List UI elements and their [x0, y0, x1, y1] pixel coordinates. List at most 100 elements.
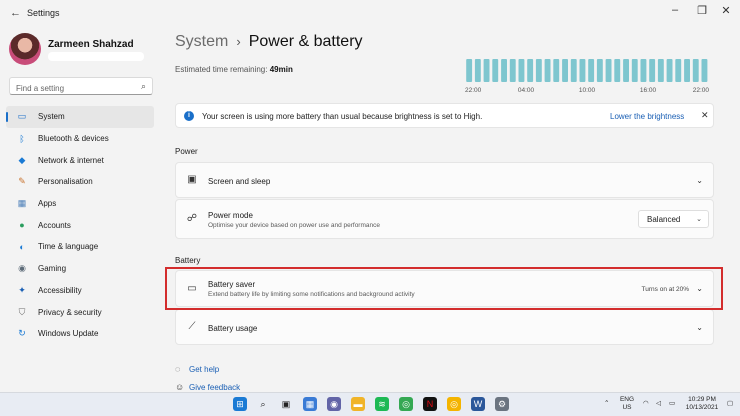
- power-section-heading: Power: [175, 147, 198, 156]
- chrome-icon[interactable]: ◎: [399, 397, 413, 411]
- brightness-notice: i Your screen is using more battery than…: [175, 103, 714, 128]
- word-icon[interactable]: W: [471, 397, 485, 411]
- accessibility-icon: ✦: [18, 284, 26, 295]
- lang-code: ENG: [619, 396, 635, 403]
- estimated-time: Estimated time remaining: 49min: [175, 65, 293, 74]
- settings-gear-icon[interactable]: ⚙: [495, 397, 509, 411]
- file-explorer-icon[interactable]: ▬: [351, 397, 365, 411]
- sidebar-item-network-internet[interactable]: ◆ Network & internet: [6, 149, 154, 171]
- language-indicator[interactable]: ENG US: [619, 396, 635, 412]
- estimate-value: 49min: [269, 65, 293, 74]
- chrome-canary-icon[interactable]: ◎: [447, 397, 461, 411]
- give-feedback-label: Give feedback: [189, 383, 241, 392]
- sidebar-item-time-language[interactable]: ◐ Time & language: [6, 236, 154, 258]
- breadcrumb-separator: ›: [236, 34, 241, 49]
- sidebar-item-accounts[interactable]: ● Accounts: [6, 214, 154, 236]
- globe-clock-icon: ◐: [19, 241, 25, 252]
- sidebar-item-label: Accounts: [38, 220, 71, 230]
- battery-bar: [562, 59, 568, 82]
- sidebar-item-accessibility[interactable]: ✦ Accessibility: [6, 280, 154, 302]
- sidebar-item-personalisation[interactable]: ✎ Personalisation: [6, 171, 154, 193]
- search-input[interactable]: [10, 80, 130, 97]
- window-title: Settings: [27, 8, 60, 18]
- battery-usage-card[interactable]: ⟋ Battery usage ⌄: [175, 309, 714, 345]
- widgets-icon[interactable]: ▦: [303, 397, 317, 411]
- battery-bar: [474, 59, 481, 82]
- region-code: US: [622, 404, 632, 411]
- help-icon: ◌: [175, 364, 181, 374]
- battery-bar: [692, 59, 699, 82]
- power-mode-dropdown[interactable]: Balanced ⌄: [638, 210, 709, 228]
- maximize-icon[interactable]: ❐: [692, 4, 712, 17]
- sidebar-item-label: Privacy & security: [38, 307, 102, 317]
- battery-bar: [657, 59, 664, 82]
- battery-bar: [553, 59, 560, 82]
- x-tick-label: 22:00: [693, 87, 710, 94]
- close-icon[interactable]: ✕: [716, 4, 736, 17]
- sidebar-item-system[interactable]: ▭ System: [6, 106, 154, 128]
- teams-chat-icon[interactable]: ◉: [327, 397, 341, 411]
- battery-level-chart: 22:00 04:00 10:00 16:00 22:00: [462, 56, 712, 94]
- estimate-label: Estimated time remaining:: [175, 65, 268, 74]
- minimize-icon[interactable]: –: [665, 4, 685, 16]
- netflix-icon[interactable]: N: [423, 397, 437, 411]
- give-feedback-link[interactable]: ☺ Give feedback: [175, 382, 240, 392]
- x-tick-label: 22:00: [465, 87, 482, 94]
- sidebar-nav: ▭ System ᛒ Bluetooth & devices ◆ Network & in…: [6, 106, 154, 345]
- sidebar-item-label: Time & language: [38, 242, 99, 252]
- battery-bar: [605, 59, 612, 82]
- avatar[interactable]: [9, 33, 41, 65]
- page-title: Power & battery: [248, 33, 363, 50]
- person-icon: ●: [19, 220, 25, 231]
- monitor-icon: ▭: [17, 111, 27, 122]
- clock-time: 10:29 PM: [688, 396, 716, 403]
- task-view-icon[interactable]: ▣: [279, 397, 293, 411]
- battery-icon[interactable]: ▭: [669, 400, 675, 408]
- start-windows-icon[interactable]: ⊞: [233, 397, 247, 411]
- wifi-icon[interactable]: ◠: [643, 400, 649, 408]
- clock[interactable]: 10:29 PM 10/13/2021: [683, 396, 721, 412]
- sidebar-item-label: Network & internet: [38, 155, 104, 165]
- brush-icon: ✎: [18, 176, 26, 187]
- battery-bar: [614, 59, 621, 82]
- dismiss-notice-icon[interactable]: ✕: [701, 110, 709, 121]
- volume-icon[interactable]: ◁: [656, 400, 661, 408]
- x-tick-label: 16:00: [640, 87, 657, 94]
- title-bar: ← Settings – ❐ ✕: [0, 0, 740, 26]
- search-icon[interactable]: ⌕: [256, 397, 270, 411]
- taskbar: ⊞ ⌕ ▣ ▦ ◉ ▬ ≋ ◎ N ◎ W ⚙ ⌃ ENG US ◠ ◁ ▭ 1…: [0, 392, 740, 416]
- chevron-down-icon[interactable]: ⌄: [696, 323, 703, 332]
- sidebar-item-gaming[interactable]: ◉ Gaming: [6, 258, 154, 280]
- screen-and-sleep-card[interactable]: ▣ Screen and sleep ⌄: [175, 162, 714, 198]
- battery-bar: [631, 59, 638, 82]
- battery-bar: [483, 59, 490, 82]
- update-icon: ↻: [18, 328, 26, 339]
- sidebar-item-windows-update[interactable]: ↻ Windows Update: [6, 323, 154, 345]
- breadcrumb-parent[interactable]: System: [175, 33, 228, 50]
- clock-date: 10/13/2021: [685, 404, 719, 411]
- feedback-icon: ☺: [175, 382, 185, 392]
- battery-bar: [649, 59, 656, 82]
- battery-section-heading: Battery: [175, 256, 201, 265]
- power-mode-subtitle: Optimise your device based on power use …: [208, 222, 380, 229]
- search-box[interactable]: ⌕: [9, 77, 153, 97]
- battery-bar: [535, 59, 542, 82]
- battery-bar: [501, 59, 507, 82]
- tray-overflow-icon[interactable]: ⌃: [604, 400, 609, 408]
- chevron-down-icon[interactable]: ⌄: [696, 176, 703, 185]
- sidebar-item-apps[interactable]: ▦ Apps: [6, 193, 154, 215]
- sidebar-item-bluetooth-devices[interactable]: ᛒ Bluetooth & devices: [6, 128, 154, 150]
- get-help-link[interactable]: ◌ Get help: [175, 364, 219, 374]
- back-arrow-icon[interactable]: ←: [10, 7, 21, 19]
- battery-bar: [544, 59, 551, 82]
- battery-usage-title: Battery usage: [208, 324, 258, 333]
- search-icon[interactable]: ⌕: [141, 81, 146, 92]
- sidebar-item-privacy-security[interactable]: ⛉ Privacy & security: [6, 301, 154, 323]
- power-mode-card: ☍ Power mode Optimise your device based …: [175, 199, 714, 239]
- spotify-icon[interactable]: ≋: [375, 397, 389, 411]
- notifications-icon[interactable]: ▢: [727, 400, 733, 408]
- battery-bar: [492, 59, 499, 82]
- screen-sleep-title: Screen and sleep: [208, 177, 271, 186]
- lower-brightness-link[interactable]: Lower the brightness: [610, 112, 684, 121]
- sidebar-item-label: Gaming: [38, 264, 67, 274]
